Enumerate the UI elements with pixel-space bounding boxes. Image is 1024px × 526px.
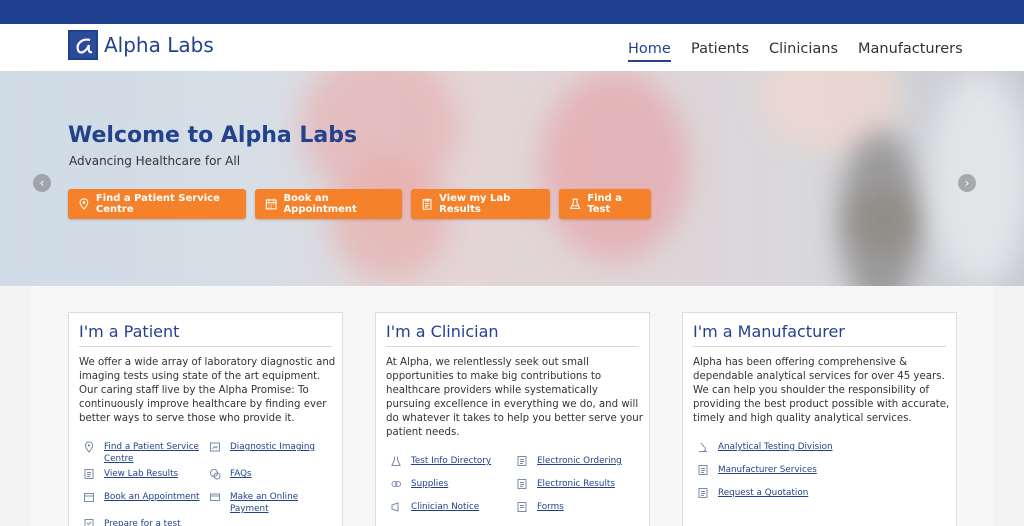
nav-patients[interactable]: Patients [691,41,749,57]
top-bar [0,0,1024,24]
link-book-appointment[interactable]: Book an Appointment [104,491,200,503]
results-icon [84,469,94,479]
view-lab-results-button[interactable]: View my Lab Results [411,189,550,219]
hero-image-blob [540,71,690,261]
link-find-patient-service-centre[interactable]: Find a Patient Service Centre [104,441,204,465]
link-manufacturer-services[interactable]: Manufacturer Services [718,464,817,476]
link-faqs[interactable]: FAQs [230,468,252,480]
calendar-icon [84,493,94,502]
patient-card: I'm a Patient We offer a wide array of l… [68,312,343,526]
link-online-payment[interactable]: Make an Online Payment [230,491,310,515]
microscope-icon [699,442,707,452]
find-patient-service-centre-button[interactable]: Find a Patient Service Centre [68,189,246,219]
document-icon [517,479,527,489]
manufacturer-card: I'm a Manufacturer Alpha has been offeri… [682,312,957,526]
card-text: Alpha has been offering comprehensive & … [693,357,950,424]
location-pin-icon [79,198,89,210]
hero-title: Welcome to Alpha Labs [68,123,358,148]
link-diagnostic-imaging[interactable]: Diagnostic Imaging [230,441,315,453]
nav-manufacturers[interactable]: Manufacturers [858,41,963,57]
forms-icon [517,502,527,512]
hero-carousel: Welcome to Alpha Labs Advancing Healthca… [0,71,1024,286]
notice-icon [391,502,399,512]
nav-clinicians[interactable]: Clinicians [769,41,838,57]
site-header: Alpha Labs Home Patients Clinicians Manu… [0,24,1024,71]
quotation-icon [698,488,708,498]
link-forms[interactable]: Forms [537,501,564,513]
supplies-icon [391,481,401,487]
button-label: Book an Appointment [283,193,357,215]
main-nav: Home Patients Clinicians Manufacturers [0,41,1024,71]
divider [386,346,639,347]
divider [79,346,332,347]
link-clinician-notice[interactable]: Clinician Notice [411,501,479,513]
hero-image-blob [850,191,920,251]
hero-image-blob [330,161,450,281]
imaging-icon [210,442,220,452]
card-text: At Alpha, we relentlessly seek out small… [386,357,643,438]
carousel-next-button[interactable]: › [958,174,976,192]
link-prepare-for-test[interactable]: Prepare for a test [104,518,181,526]
card-title: I'm a Manufacturer [693,322,845,341]
payment-icon [210,493,220,501]
faq-icon [210,469,221,480]
link-request-quotation[interactable]: Request a Quotation [718,487,808,499]
card-title: I'm a Patient [79,322,180,341]
divider [693,346,946,347]
hero-subtitle: Advancing Healthcare for All [69,154,241,168]
button-label: Find a Patient Service Centre [95,193,220,215]
location-pin-icon [84,441,94,453]
card-title: I'm a Clinician [386,322,499,341]
button-label: Find a Test [587,193,623,215]
link-view-lab-results[interactable]: View Lab Results [104,468,178,480]
carousel-prev-button[interactable]: ‹ [33,174,51,192]
link-electronic-ordering[interactable]: Electronic Ordering [537,455,622,467]
clipboard-icon [422,198,432,210]
link-test-info-directory[interactable]: Test Info Directory [411,455,491,467]
link-supplies[interactable]: Supplies [411,478,448,490]
services-icon [698,465,708,475]
card-text: We offer a wide array of laboratory diag… [79,357,336,424]
button-label: View my Lab Results [439,193,511,215]
flask-icon [391,456,401,466]
find-a-test-button[interactable]: Find a Test [559,189,651,219]
hero-image-blob [930,71,1024,286]
flask-icon [569,198,581,209]
link-analytical-testing-division[interactable]: Analytical Testing Division [718,441,833,453]
prepare-icon [84,519,94,526]
clinician-card: I'm a Clinician At Alpha, we relentlessl… [375,312,650,526]
book-appointment-button[interactable]: Book an Appointment [255,189,402,219]
nav-home[interactable]: Home [628,41,671,62]
link-electronic-results[interactable]: Electronic Results [537,478,615,490]
calendar-icon [265,198,277,210]
document-icon [517,456,527,466]
